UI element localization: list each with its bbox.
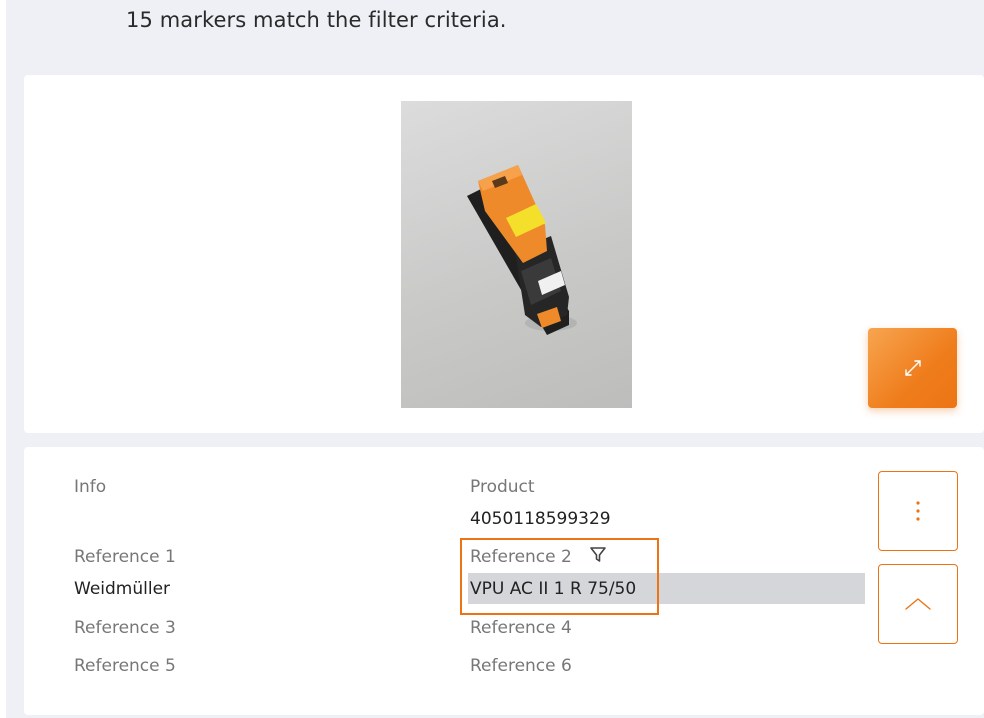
reference1-label: Reference 1 <box>74 547 176 567</box>
collapse-button[interactable] <box>878 564 958 644</box>
reference3-label: Reference 3 <box>74 618 176 638</box>
expand-button[interactable] <box>868 328 957 408</box>
product-value: 4050118599329 <box>470 509 611 529</box>
expand-arrows-icon <box>904 360 921 376</box>
info-label: Info <box>74 477 107 497</box>
reference1-value: Weidmüller <box>74 579 171 599</box>
reference5-label: Reference 5 <box>74 656 176 676</box>
reference4-label: Reference 4 <box>470 618 572 638</box>
product-photo-drawing <box>467 165 577 335</box>
vertical-dots-icon <box>916 501 920 521</box>
info-card: Info Product 4050118599329 Reference 1 W… <box>24 447 984 715</box>
reference6-label: Reference 6 <box>470 656 572 676</box>
funnel-filter-icon-svg <box>590 547 606 562</box>
product-label: Product <box>470 477 535 497</box>
funnel-filter-icon[interactable] <box>589 546 607 564</box>
chevron-up-icon <box>905 598 931 610</box>
reference2-label: Reference 2 <box>470 547 572 567</box>
reference2-value: VPU AC II 1 R 75/50 <box>470 579 637 599</box>
results-count-text: 15 markers match the filter criteria. <box>126 8 507 32</box>
product-photo[interactable] <box>401 101 632 408</box>
image-card <box>24 75 984 433</box>
more-options-button[interactable] <box>878 471 958 551</box>
